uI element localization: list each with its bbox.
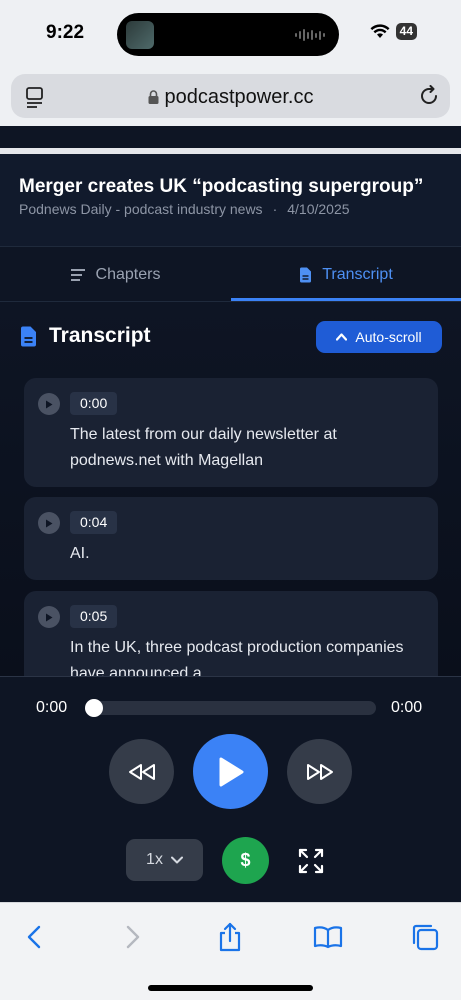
url-display[interactable]: podcastpower.cc [11,86,450,109]
tab-chapters[interactable]: Chapters [0,247,230,302]
audio-waveform-icon [295,28,325,42]
url-text: podcastpower.cc [164,86,314,108]
transcript-segment[interactable]: 0:04 AI. [24,497,438,580]
episode-title: Merger creates UK “podcasting supergroup… [19,176,424,197]
chevron-right-icon [126,925,140,949]
auto-scroll-button[interactable]: Auto-scroll [316,321,442,353]
now-playing-artwork [126,21,154,49]
duration: 0:00 [391,699,423,716]
share-button[interactable] [212,919,248,955]
play-icon [219,757,243,786]
chevron-up-icon [336,333,348,341]
tab-transcript[interactable]: Transcript [231,247,461,302]
tip-button[interactable]: $ [222,837,269,884]
episode-date: 4/10/2025 [287,201,350,217]
segment-timestamp[interactable]: 0:05 [70,605,118,628]
tabs-button[interactable] [407,919,443,955]
status-bar: 9:22 44 [0,0,461,70]
reload-icon[interactable] [418,85,440,107]
home-indicator [148,985,313,991]
status-indicators: 44 [370,23,417,40]
segment-text: In the UK, three podcast production comp… [70,639,404,676]
wifi-icon [370,24,390,38]
browser-toolbar [0,902,461,1000]
status-time: 9:22 [46,22,85,43]
book-icon [313,926,343,949]
tab-transcript-label: Transcript [322,265,393,283]
auto-scroll-label: Auto-scroll [355,329,422,345]
document-icon [300,267,312,282]
fullscreen-icon[interactable] [297,847,325,875]
battery-indicator: 44 [395,23,417,40]
audio-player: 0:00 0:00 1x $ [0,676,461,902]
progress-thumb[interactable] [85,699,103,717]
play-button[interactable] [193,734,268,809]
transcript-header: Transcript [20,324,151,348]
podcast-name: Podnews Daily - podcast industry news [19,201,263,217]
document-icon [21,326,36,346]
fast-forward-icon [306,763,333,780]
play-segment-icon[interactable] [38,606,60,628]
back-button[interactable] [16,919,52,955]
fast-forward-button[interactable] [287,739,352,804]
dollar-icon: $ [240,850,251,870]
bookmarks-button[interactable] [310,919,346,955]
scrolled-content-peek [0,126,461,148]
playback-speed-button[interactable]: 1x [126,839,203,881]
tab-chapters-label: Chapters [95,265,161,283]
episode-header: Merger creates UK “podcasting supergroup… [0,154,461,246]
play-segment-icon[interactable] [38,393,60,415]
transcript-panel[interactable]: Transcript Auto-scroll 0:00 The latest f… [0,302,461,676]
list-icon [70,268,85,281]
tabs-icon [412,924,439,951]
segment-timestamp[interactable]: 0:04 [70,511,118,534]
segment-text: The latest from our daily newsletter at … [70,426,337,469]
active-tab-indicator [231,298,461,301]
playback-speed-label: 1x [146,851,163,868]
browser-address-area: podcastpower.cc [0,70,461,126]
dynamic-island [117,13,339,56]
chevron-left-icon [27,925,41,949]
url-bar[interactable]: podcastpower.cc [11,74,450,118]
segment-timestamp[interactable]: 0:00 [70,392,118,415]
share-icon [219,922,241,952]
meta-separator: · [272,201,278,217]
rewind-icon [128,763,155,780]
lock-icon [148,90,158,104]
forward-button[interactable] [115,919,151,955]
rewind-button[interactable] [109,739,174,804]
play-segment-icon[interactable] [38,512,60,534]
transcript-segment[interactable]: 0:05 In the UK, three podcast production… [24,591,438,676]
episode-meta: Podnews Daily - podcast industry news · 4/… [19,201,350,217]
segment-text: AI. [70,545,90,562]
chevron-down-icon [170,856,183,864]
transcript-title: Transcript [49,324,151,347]
content-tabs: Chapters Transcript [0,246,461,302]
transcript-segment[interactable]: 0:00 The latest from our daily newslette… [24,378,438,487]
current-time: 0:00 [36,699,68,716]
progress-slider[interactable] [85,699,376,717]
